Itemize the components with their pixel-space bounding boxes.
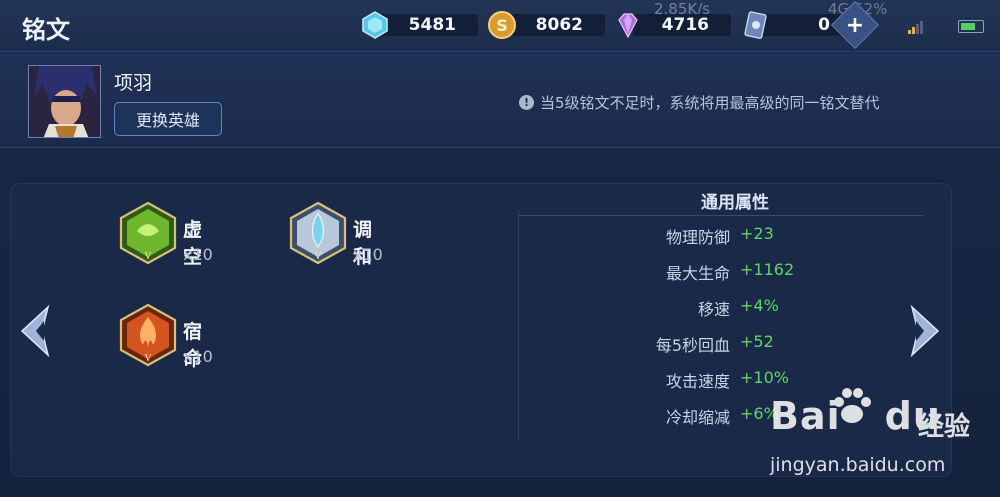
attributes-title-underline <box>518 215 924 216</box>
svg-text:S: S <box>496 16 508 35</box>
previous-page-arrow-icon[interactable] <box>14 303 54 359</box>
rune-count: x10 <box>183 347 213 366</box>
rune-count: x10 <box>183 245 213 264</box>
info-icon: ! <box>519 95 534 110</box>
attribute-label: 物理防御 <box>665 228 730 247</box>
tip-message: ! 当5级铭文不足时，系统将用最高级的同一铭文替代 <box>519 92 880 113</box>
resource-gold: S 8062 <box>487 9 605 41</box>
rune-level: V <box>144 252 152 262</box>
watermark-url: jingyan.baidu.com <box>770 454 946 476</box>
diamond-count: 4716 <box>661 15 709 35</box>
attribute-row: 移速 +4% <box>520 296 940 322</box>
attribute-value: +1162 <box>740 260 795 279</box>
attribute-value: +23 <box>740 224 774 243</box>
attribute-label: 攻击速度 <box>665 372 730 391</box>
battery-icon <box>958 20 984 33</box>
tip-text: 当5级铭文不足时，系统将用最高级的同一铭文替代 <box>540 94 880 112</box>
voucher-card-icon <box>740 10 770 40</box>
attributes-title: 通用属性 <box>701 193 769 213</box>
attribute-label: 每5秒回血 <box>655 336 730 355</box>
gold-coin-icon: S <box>487 10 517 40</box>
baidu-jingyan-watermark: Bai du 经验 jingyan.baidu.com <box>770 384 1000 494</box>
panel-divider <box>518 210 519 440</box>
rune-item-harmony[interactable]: V 调和 x10 <box>287 201 383 268</box>
hero-name: 项羽 <box>114 72 153 94</box>
rune-level: V <box>314 252 322 262</box>
plus-icon: + <box>845 12 865 38</box>
blue-rune-icon: V <box>289 201 347 265</box>
attribute-label: 移速 <box>697 300 730 319</box>
paw-icon <box>834 388 871 423</box>
diamond-icon <box>613 10 643 40</box>
attribute-value: +4% <box>740 296 779 315</box>
attribute-label: 最大生命 <box>665 264 730 283</box>
rune-item-void[interactable]: V 虚空 x10 <box>117 201 213 268</box>
rune-item-fate[interactable]: V 宿命 x10 <box>117 303 213 370</box>
red-rune-icon: V <box>119 303 177 367</box>
change-hero-button[interactable]: 更换英雄 <box>114 102 222 136</box>
attribute-row: 每5秒回血 +52 <box>520 332 940 358</box>
resource-voucher: 0 <box>740 9 852 41</box>
green-rune-icon: V <box>119 201 177 265</box>
attribute-row: 物理防御 +23 <box>520 224 940 250</box>
crystal-icon <box>360 10 390 40</box>
resource-crystal: 5481 <box>360 9 478 41</box>
rune-level: V <box>144 354 152 364</box>
watermark-product: 经验 <box>918 412 971 442</box>
page-title: 铭文 <box>22 16 70 44</box>
voucher-count: 0 <box>818 15 830 35</box>
gold-count: 8062 <box>535 15 583 35</box>
crystal-count: 5481 <box>408 15 456 35</box>
resource-diamond: 4716 <box>613 9 731 41</box>
hero-portrait <box>28 65 101 138</box>
attribute-label: 冷却缩减 <box>665 408 730 427</box>
attribute-row: 最大生命 +1162 <box>520 260 940 286</box>
rune-count: x10 <box>353 245 383 264</box>
signal-icon <box>908 21 923 34</box>
attribute-value: +52 <box>740 332 774 351</box>
